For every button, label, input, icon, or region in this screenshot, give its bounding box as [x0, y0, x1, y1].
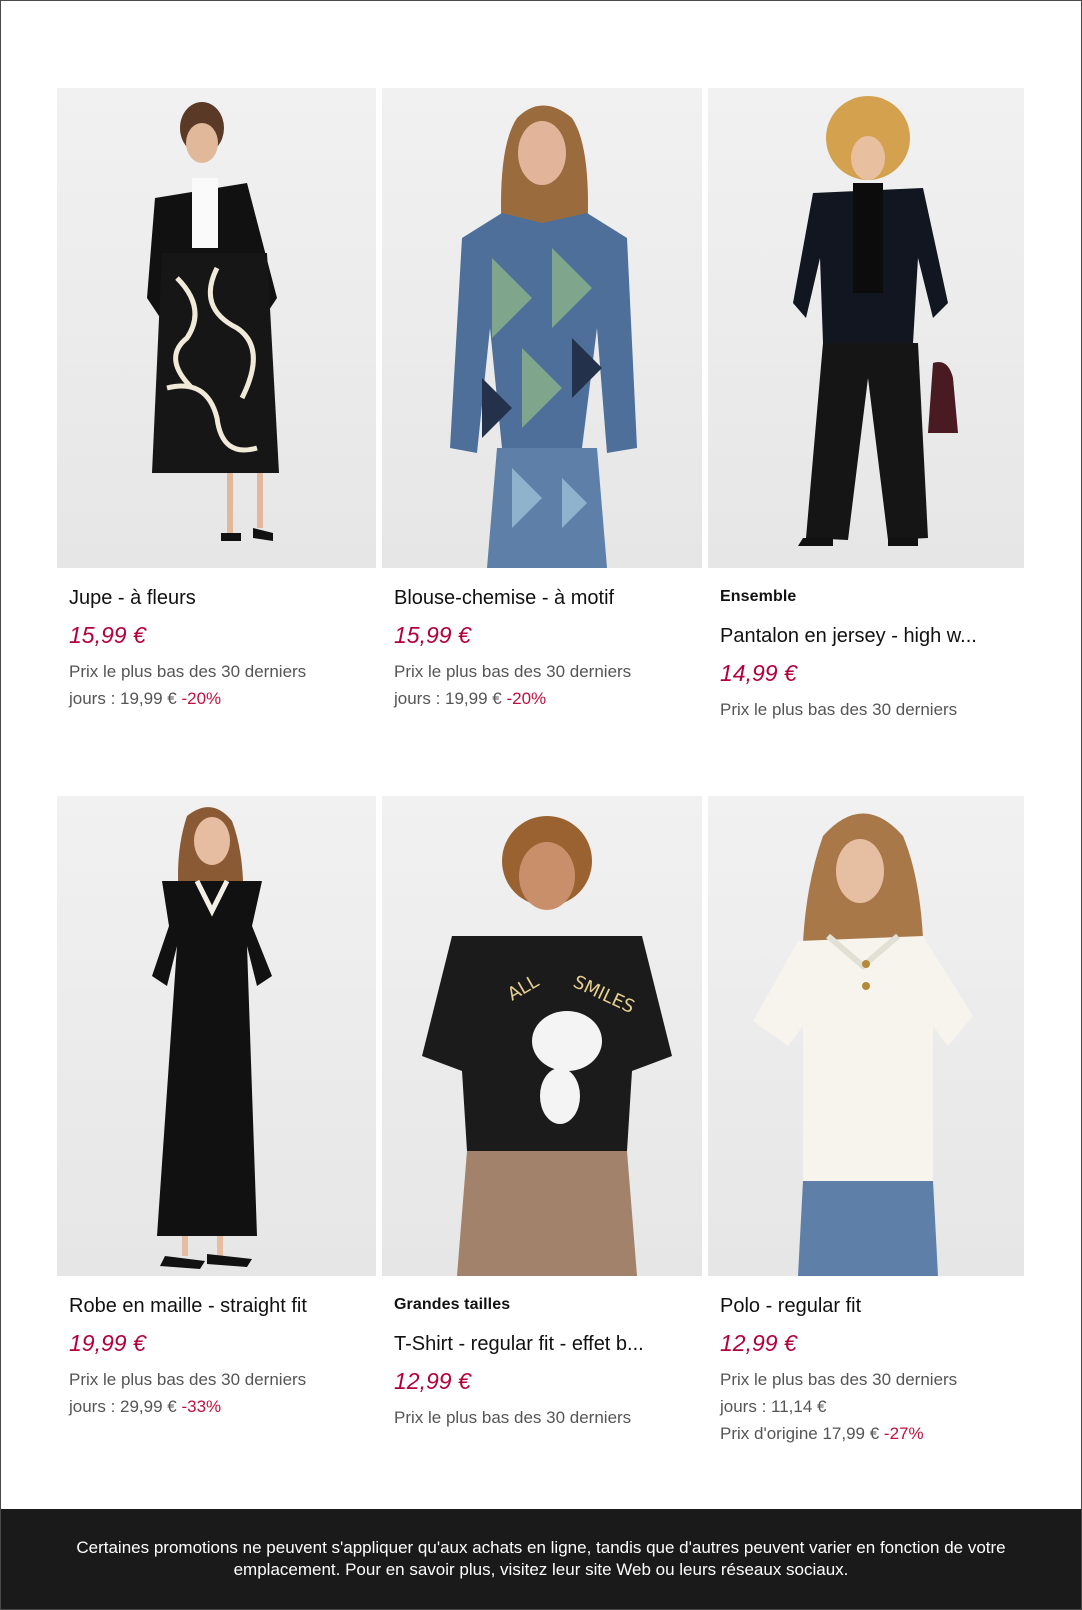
price-note: Prix le plus bas des 30 derniers: [720, 696, 1012, 723]
product-card[interactable]: Robe en maille - straight fit 19,99 € Pr…: [57, 796, 376, 1436]
lowest-price: jours : 19,99 €: [69, 689, 177, 708]
product-price: 15,99 €: [69, 622, 146, 648]
product-tag: Grandes tailles: [394, 1296, 511, 1313]
product-card[interactable]: Ensemble Pantalon en jersey - high w... …: [708, 88, 1024, 796]
price-note-line: jours : 29,99 € -33%: [69, 1393, 364, 1420]
disclaimer-footer: Certaines promotions ne peuvent s'appliq…: [1, 1509, 1081, 1609]
lowest-price: jours : 11,14 €: [720, 1397, 827, 1416]
product-image[interactable]: ALL SMILES: [382, 796, 702, 1276]
product-image[interactable]: [57, 796, 376, 1276]
product-price: 12,99 €: [394, 1368, 471, 1394]
product-name[interactable]: T-Shirt - regular fit - effet b...: [394, 1330, 690, 1358]
product-name[interactable]: Pantalon en jersey - high w...: [720, 622, 1012, 650]
lowest-price: jours : 19,99 €: [394, 689, 502, 708]
product-card[interactable]: Jupe - à fleurs 15,99 € Prix le plus bas…: [57, 88, 376, 796]
product-image[interactable]: [708, 796, 1024, 1276]
price-note: Prix le plus bas des 30 derniers jours :…: [394, 658, 690, 712]
price-note: Prix le plus bas des 30 derniers jours :…: [69, 1366, 364, 1420]
product-name[interactable]: Polo - regular fit: [720, 1292, 1012, 1320]
price-note-line: Prix d'origine 17,99 € -27%: [720, 1420, 1012, 1447]
product-price: 14,99 €: [720, 660, 797, 686]
discount-badge: -33%: [181, 1397, 222, 1416]
price-note: Prix le plus bas des 30 derniers jours :…: [720, 1366, 1012, 1447]
product-image[interactable]: [57, 88, 376, 568]
product-image[interactable]: [708, 88, 1024, 568]
price-note-line: Prix le plus bas des 30 derniers: [394, 1408, 632, 1427]
price-note-line: Prix le plus bas des 30 derniers: [720, 1370, 958, 1389]
product-name[interactable]: Jupe - à fleurs: [69, 584, 364, 612]
price-note-line: jours : 19,99 € -20%: [69, 685, 364, 712]
product-tag: Ensemble: [720, 588, 797, 605]
product-price: 15,99 €: [394, 622, 471, 648]
discount-badge: -27%: [883, 1424, 924, 1443]
product-price: 19,99 €: [69, 1330, 146, 1356]
product-image[interactable]: [382, 88, 702, 568]
product-price: 12,99 €: [720, 1330, 797, 1356]
product-card[interactable]: Polo - regular fit 12,99 € Prix le plus …: [708, 796, 1024, 1443]
discount-badge: -20%: [181, 689, 222, 708]
discount-badge: -20%: [506, 689, 547, 708]
product-grid: Jupe - à fleurs 15,99 € Prix le plus bas…: [57, 88, 1024, 1443]
product-name[interactable]: Robe en maille - straight fit: [69, 1292, 364, 1320]
price-note-line: Prix le plus bas des 30 derniers: [69, 662, 307, 681]
price-note: Prix le plus bas des 30 derniers jours :…: [69, 658, 364, 712]
original-price: Prix d'origine 17,99 €: [720, 1424, 880, 1443]
disclaimer-text: Certaines promotions ne peuvent s'appliq…: [76, 1538, 1006, 1579]
price-note: Prix le plus bas des 30 derniers: [394, 1404, 690, 1431]
product-name[interactable]: Blouse-chemise - à motif: [394, 584, 690, 612]
price-note-line: Prix le plus bas des 30 derniers: [394, 662, 632, 681]
product-card[interactable]: ALL SMILES Grandes tailles T-Shirt - reg…: [382, 796, 702, 1436]
product-card[interactable]: Blouse-chemise - à motif 15,99 € Prix le…: [382, 88, 702, 796]
price-note-line: Prix le plus bas des 30 derniers: [720, 700, 958, 719]
lowest-price: jours : 29,99 €: [69, 1397, 177, 1416]
price-note-line: jours : 19,99 € -20%: [394, 685, 690, 712]
price-note-line: Prix le plus bas des 30 derniers: [69, 1370, 307, 1389]
